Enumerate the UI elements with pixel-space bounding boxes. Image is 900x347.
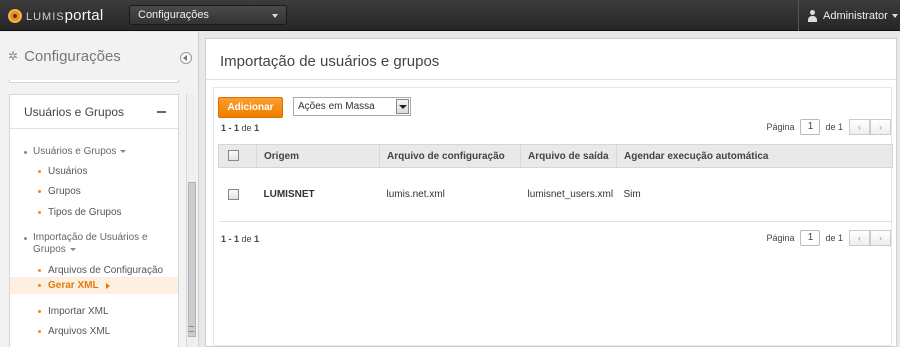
range-of: de <box>241 234 252 244</box>
sidebar-scrollbar[interactable] <box>186 94 196 347</box>
chevron-down-icon <box>272 14 278 18</box>
lumis-portal-logo[interactable]: LUMISportal <box>8 7 103 24</box>
range-total: 1 <box>254 234 260 244</box>
sidebar-item-label: Tipos de Grupos <box>48 207 122 218</box>
column-header-arquivo-saida[interactable]: Arquivo de saída <box>520 144 617 168</box>
select-all-header <box>218 144 257 168</box>
table-row[interactable]: LUMISNET lumis.net.xml lumisnet_users.xm… <box>218 167 893 222</box>
page-total: de 1 <box>825 233 843 243</box>
scrollbar-thumb[interactable] <box>188 182 196 337</box>
next-page-button[interactable]: › <box>870 230 891 246</box>
sidebar-item-arquivos-de-configuracao[interactable]: Arquivos de Configuração <box>38 265 163 276</box>
range-total: 1 <box>254 123 260 133</box>
logo-lumis-text: LUMIS <box>26 11 65 23</box>
sidebar-panel: Usuários e Grupos Usuários e Grupos Usuá… <box>9 94 179 347</box>
logo-portal-text: portal <box>64 7 104 24</box>
section-title: Usuários e Grupos <box>24 104 125 119</box>
range-indicator-top: 1 - 1 de 1 <box>221 123 259 133</box>
bullet-icon <box>38 211 41 214</box>
bullet-icon <box>38 284 41 287</box>
range-indicator-bottom: 1 - 1 de 1 <box>221 234 259 244</box>
sidebar-item-label: Grupos <box>48 186 81 197</box>
lumis-logo-icon <box>8 8 22 23</box>
divider <box>206 79 896 80</box>
next-page-button[interactable]: › <box>870 119 891 135</box>
page-label: Página <box>766 122 795 132</box>
context-select[interactable]: Configurações <box>129 5 287 25</box>
chevron-down-icon <box>120 149 127 153</box>
range-from-to: 1 - 1 <box>221 123 240 133</box>
chevron-down-icon <box>891 13 898 18</box>
page-number-input[interactable]: 1 <box>800 119 821 135</box>
sidebar-item-label: Arquivos de Configuração <box>48 265 164 276</box>
range-from-to: 1 - 1 <box>221 234 240 244</box>
collapse-sidebar-button[interactable] <box>180 52 192 64</box>
context-select-value: Configurações <box>138 9 209 21</box>
sidebar-item-label: Arquivos XML <box>48 326 111 337</box>
top-bar: LUMISportal Configurações Administrator <box>0 0 900 31</box>
chevron-down-icon <box>69 247 76 251</box>
sidebar-item-tipos-de-grupos[interactable]: Tipos de Grupos <box>38 207 122 218</box>
cell-origem[interactable]: LUMISNET <box>256 167 380 222</box>
collapse-minus-icon[interactable] <box>157 111 166 113</box>
sidebar-group-importacao[interactable]: Importação de Usuários e Grupos <box>24 232 174 256</box>
sidebar-item-arquivos-xml[interactable]: Arquivos XML <box>38 326 110 337</box>
range-of: de <box>241 123 252 133</box>
gear-icon: ✲ <box>8 49 19 63</box>
user-name: Administrator <box>823 9 888 22</box>
chevron-right-icon <box>105 282 110 289</box>
section-usuarios-grupos[interactable]: Usuários e Grupos <box>10 95 178 129</box>
sidebar-divider <box>9 80 179 83</box>
user-icon <box>807 9 818 22</box>
bullet-icon <box>38 330 41 333</box>
user-menu[interactable]: Administrator <box>798 0 900 31</box>
prev-page-button[interactable]: ‹ <box>849 119 870 135</box>
column-header-agendar[interactable]: Agendar execução automática <box>616 144 893 168</box>
bullet-icon <box>38 190 41 193</box>
bullet-icon <box>38 310 41 313</box>
group-label: Usuários e Grupos <box>33 146 117 157</box>
import-table: Origem Arquivo de configuração Arquivo d… <box>218 144 893 222</box>
bulk-actions-select[interactable]: Ações em Massa <box>293 97 411 116</box>
sidebar-group-usuarios-grupos[interactable]: Usuários e Grupos <box>24 146 174 158</box>
pagination-top: Página 1 de 1 ‹ › <box>766 119 891 135</box>
select-all-checkbox[interactable] <box>228 150 239 162</box>
group-label: Importação de Usuários e Grupos <box>33 232 148 255</box>
bullet-icon <box>24 237 27 240</box>
row-select-cell <box>218 167 257 222</box>
chevron-down-icon[interactable] <box>396 99 409 114</box>
page-total: de 1 <box>825 122 843 132</box>
sidebar-item-label: Gerar XML <box>48 280 99 291</box>
list-container: Adicionar Ações em Massa 1 - 1 de 1 Pági… <box>213 87 893 346</box>
prev-page-button[interactable]: ‹ <box>849 230 870 246</box>
scroll-grip-icon <box>189 326 194 332</box>
bullet-icon <box>38 170 41 173</box>
column-header-arquivo-configuracao[interactable]: Arquivo de configuração <box>379 144 521 168</box>
table-header-row: Origem Arquivo de configuração Arquivo d… <box>218 144 893 168</box>
cell-arquivo-saida: lumisnet_users.xml <box>520 167 617 222</box>
page-label: Página <box>766 233 795 243</box>
bullet-icon <box>24 151 27 154</box>
sidebar-title: Configurações <box>24 47 121 65</box>
sidebar: ✲ Configurações Usuários e Grupos Usuári… <box>0 32 199 347</box>
row-checkbox[interactable] <box>227 188 239 200</box>
sidebar-item-importar-xml[interactable]: Importar XML <box>38 306 109 317</box>
page-title: Importação de usuários e grupos <box>220 53 440 70</box>
cell-agendar: Sim <box>616 167 893 222</box>
bullet-icon <box>38 269 41 272</box>
pagination-bottom: Página 1 de 1 ‹ › <box>766 230 891 246</box>
sidebar-header: ✲ Configurações <box>0 32 199 80</box>
sidebar-item-gerar-xml[interactable]: Gerar XML <box>10 277 178 294</box>
page-number-input[interactable]: 1 <box>800 230 821 246</box>
add-button[interactable]: Adicionar <box>218 97 283 118</box>
sidebar-item-grupos[interactable]: Grupos <box>38 186 81 197</box>
main-panel: Importação de usuários e grupos Adiciona… <box>205 38 897 347</box>
sidebar-item-label: Importar XML <box>48 306 109 317</box>
cell-arquivo-configuracao: lumis.net.xml <box>379 167 521 222</box>
sidebar-item-usuarios[interactable]: Usuários <box>38 166 87 177</box>
sidebar-item-label: Usuários <box>48 166 88 177</box>
column-header-origem[interactable]: Origem <box>256 144 380 168</box>
bulk-actions-value: Ações em Massa <box>298 101 375 112</box>
